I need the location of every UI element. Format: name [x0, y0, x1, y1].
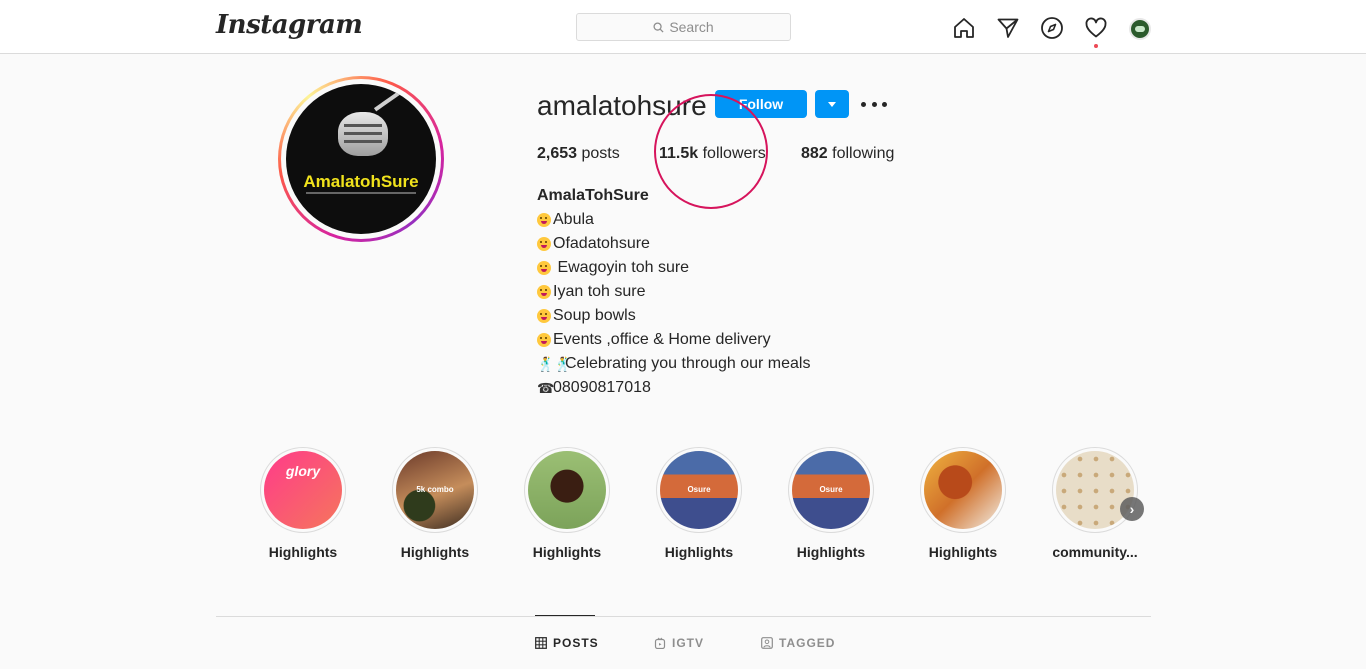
- highlight-cover: [1056, 451, 1134, 529]
- highlight-cover: [924, 451, 1002, 529]
- highlight-cover: glory: [264, 451, 342, 529]
- highlight-cover: Osure: [792, 451, 870, 529]
- tongue-emoji-icon: [537, 237, 551, 251]
- more-options-button[interactable]: [861, 96, 887, 112]
- bio-line: Abula: [537, 208, 810, 232]
- home-icon[interactable]: [950, 14, 978, 42]
- highlight-item[interactable]: glory Highlights: [258, 447, 348, 560]
- profile-username: amalatohsure: [537, 90, 707, 121]
- bio-line: 🕺🕺 Celebrating you through our meals: [537, 352, 810, 376]
- highlight-label: Highlights: [268, 544, 338, 560]
- profile-full-name: AmalaTohSure: [537, 187, 649, 204]
- bio-phone: ☎ 08090817018: [537, 376, 810, 400]
- tagged-user-icon: [761, 637, 773, 649]
- highlight-label: Highlights: [400, 544, 470, 560]
- explore-icon[interactable]: [1038, 14, 1066, 42]
- posts-count: 2,653 posts: [537, 145, 620, 162]
- tab-posts[interactable]: POSTS: [535, 636, 599, 650]
- highlight-label: Highlights: [664, 544, 734, 560]
- follow-button[interactable]: Follow: [715, 90, 807, 118]
- tab-tagged[interactable]: TAGGED: [761, 636, 835, 650]
- tongue-emoji-icon: [537, 261, 551, 275]
- bio-line: Iyan toh sure: [537, 280, 810, 304]
- highlight-label: Highlights: [532, 544, 602, 560]
- active-tab-indicator: [535, 615, 595, 616]
- highlight-label: Highlights: [796, 544, 866, 560]
- igtv-icon: [654, 637, 666, 649]
- profile-picture: AmalatohSure: [286, 84, 436, 234]
- search-icon: [653, 21, 664, 33]
- tongue-emoji-icon: [537, 309, 551, 323]
- highlight-item[interactable]: Osure Highlights: [786, 447, 876, 560]
- profile-picture-story-ring[interactable]: AmalatohSure: [278, 76, 444, 242]
- direct-messages-icon[interactable]: [994, 14, 1022, 42]
- highlight-label: community...: [1052, 544, 1138, 560]
- highlight-cover: 5k combo: [396, 451, 474, 529]
- search-input[interactable]: Search: [576, 13, 791, 41]
- tongue-emoji-icon: [537, 285, 551, 299]
- chevron-down-icon: [828, 101, 836, 107]
- notification-dot: [1094, 44, 1098, 48]
- telephone-icon: ☎: [537, 380, 555, 396]
- bio-line: Ewagoyin toh sure: [537, 256, 810, 280]
- followers-link[interactable]: 11.5k followers: [659, 145, 766, 163]
- tongue-emoji-icon: [537, 213, 551, 227]
- highlight-cover: [528, 451, 606, 529]
- highlight-cover: Osure: [660, 451, 738, 529]
- story-highlights: glory Highlights 5k combo Highlights Hig…: [258, 447, 1158, 577]
- search-placeholder: Search: [669, 19, 714, 35]
- activity-heart-icon[interactable]: [1082, 14, 1110, 48]
- instagram-logo[interactable]: Instagram: [216, 10, 363, 40]
- top-navigation-bar: Instagram Search: [0, 0, 1366, 54]
- dancing-people-emoji-icon: 🕺🕺: [537, 356, 572, 372]
- highlight-item[interactable]: Highlights: [918, 447, 1008, 560]
- tab-igtv[interactable]: IGTV: [654, 636, 704, 650]
- profile-bio: AmalaTohSure Abula Ofadatohsure Ewagoyin…: [537, 184, 810, 400]
- following-link[interactable]: 882 following: [801, 145, 894, 163]
- highlights-next-arrow-icon[interactable]: ›: [1120, 497, 1144, 521]
- highlight-item[interactable]: Highlights: [522, 447, 612, 560]
- highlight-item[interactable]: Osure Highlights: [654, 447, 744, 560]
- bio-line: Events ,office & Home delivery: [537, 328, 810, 352]
- tabs-divider: [216, 616, 1151, 617]
- bio-line: Soup bowls: [537, 304, 810, 328]
- suggested-accounts-dropdown-button[interactable]: [815, 90, 849, 118]
- tongue-emoji-icon: [537, 333, 551, 347]
- profile-picture-logo-text: AmalatohSure: [303, 172, 419, 191]
- profile-avatar[interactable]: [1126, 14, 1154, 42]
- pot-logo-icon: [338, 112, 388, 156]
- highlight-label: Highlights: [928, 544, 998, 560]
- bio-line: Ofadatohsure: [537, 232, 810, 256]
- highlight-item[interactable]: 5k combo Highlights: [390, 447, 480, 560]
- grid-icon: [535, 637, 547, 649]
